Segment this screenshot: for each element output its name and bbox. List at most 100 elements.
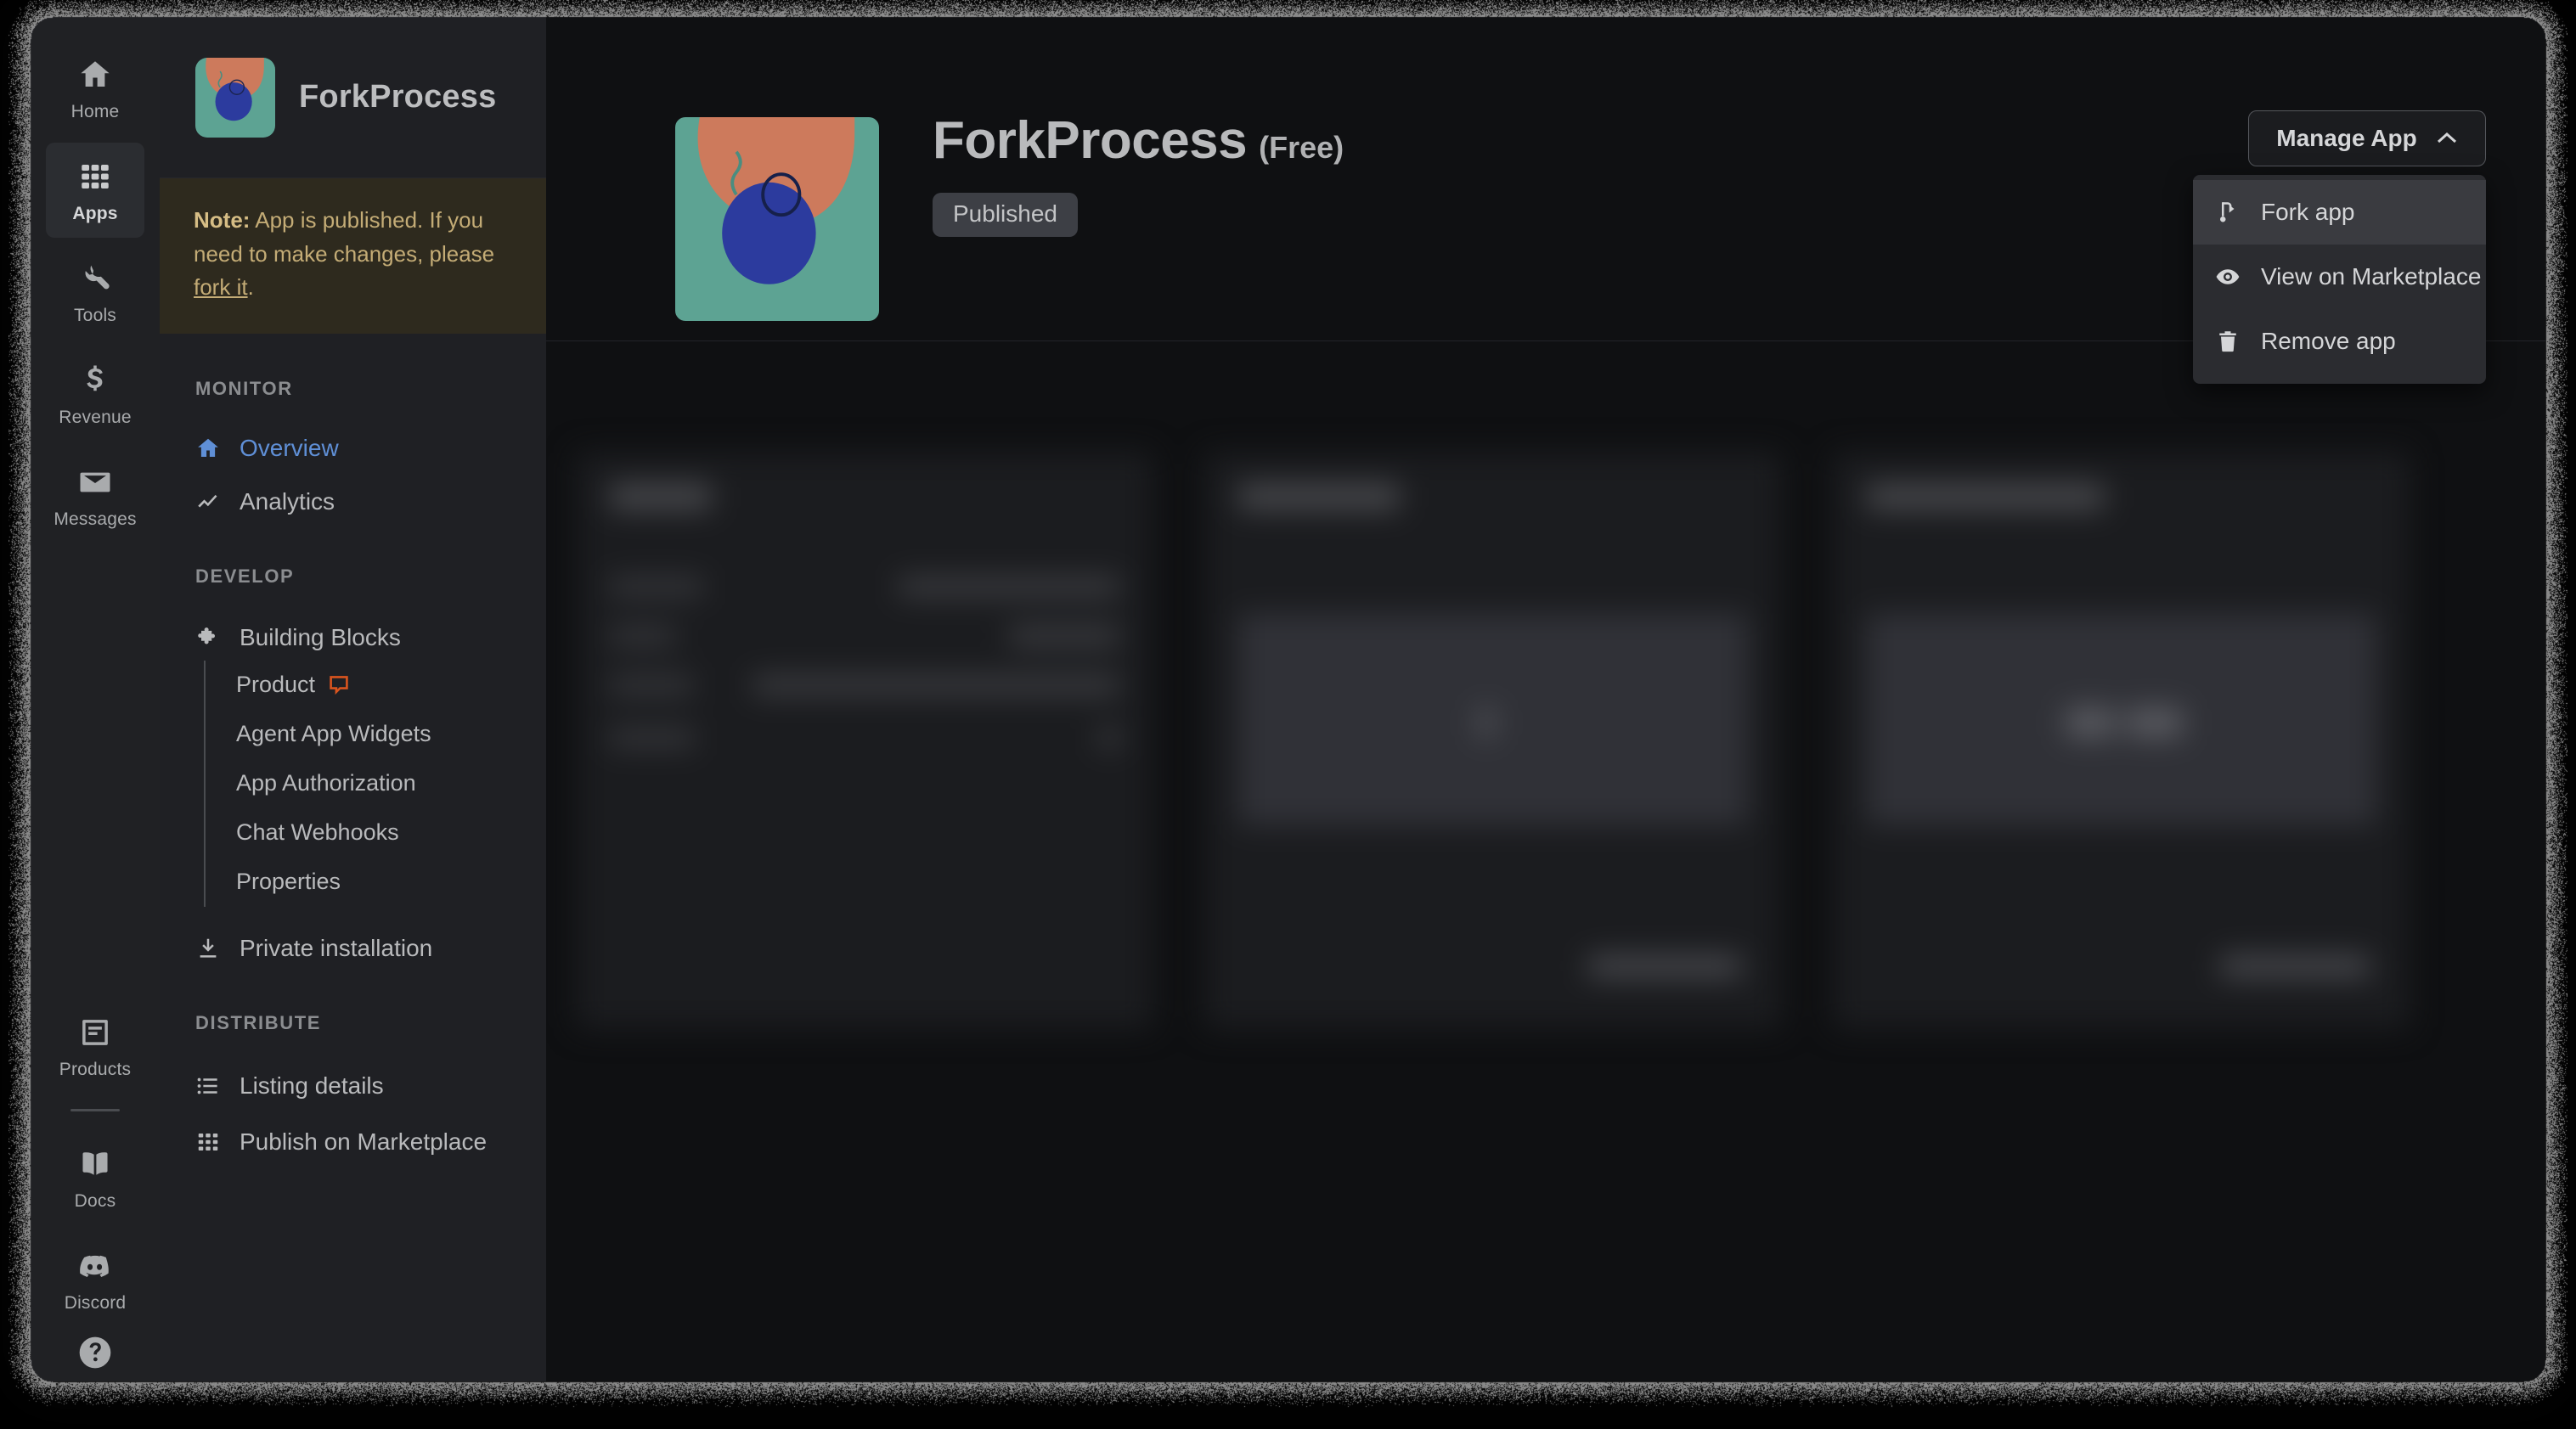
download-icon (195, 936, 221, 961)
app-window: Home Apps Tools Revenue Messages Product… (31, 17, 2545, 1381)
fork-it-link[interactable]: fork it (194, 274, 248, 300)
fork-icon (2215, 200, 2241, 225)
rail-item-messages[interactable]: Messages (46, 448, 144, 543)
menu-item-view-on-marketplace[interactable]: View on Marketplace (2193, 245, 2486, 309)
sidebar-subitem-label: Chat Webhooks (236, 819, 399, 846)
rail-label: Products (59, 1060, 131, 1078)
panel-content (2127, 708, 2183, 737)
sidebar-item-label: Private installation (240, 935, 432, 962)
publish-note-banner: Note: App is published. If you need to m… (160, 178, 546, 334)
card-preview-panel (1238, 613, 1748, 825)
card-row-label (610, 729, 695, 747)
menu-item-fork-app[interactable]: Fork app (2193, 180, 2486, 245)
sidebar-subitem-label: Product (236, 672, 315, 698)
sidebar-subitem-product[interactable]: Product (206, 661, 546, 710)
rail-label: Docs (75, 1192, 116, 1210)
rail-item-revenue[interactable]: Revenue (46, 346, 144, 442)
sidebar-subitem-label: Agent App Widgets (236, 721, 431, 747)
menu-item-label: Remove app (2261, 328, 2396, 355)
rail-label: Home (71, 103, 120, 121)
overview-card[interactable] (576, 452, 1153, 1029)
sidebar-subitem-chat-webhooks[interactable]: Chat Webhooks (206, 808, 546, 858)
home-icon (76, 57, 114, 93)
rail-bottom-group: Products Docs Discord (31, 999, 160, 1381)
sidebar-item-analytics[interactable]: Analytics (160, 479, 546, 525)
rail-item-products[interactable]: Products (46, 999, 144, 1094)
card-row-value (899, 577, 1119, 596)
card-preview-panel (1867, 613, 2376, 825)
document-icon (76, 1015, 114, 1050)
title-row: ForkProcess (Free) (933, 110, 1344, 171)
panel-content (1480, 708, 1493, 737)
grid-icon (195, 1129, 221, 1155)
rail-label: Revenue (59, 408, 131, 426)
status-badge: Published (933, 193, 1078, 237)
rail-divider (70, 1109, 120, 1111)
app-title-block: ForkProcess (Free) Published (933, 110, 1344, 237)
sidebar-subitem-label: Properties (236, 869, 341, 895)
app-sidebar: ForkProcess Note: App is published. If y… (160, 17, 546, 1381)
card-row-label (610, 627, 676, 645)
sidebar-item-label: Building Blocks (240, 624, 401, 651)
sidebar-item-overview[interactable]: Overview (160, 425, 546, 471)
note-prefix: Note: (194, 207, 250, 233)
rail-item-help[interactable] (46, 1334, 144, 1381)
book-icon (76, 1146, 114, 1182)
rail-item-apps[interactable]: Apps (46, 143, 144, 238)
rail-label: Messages (54, 510, 136, 528)
sidebar-subitem-agent-app-widgets[interactable]: Agent App Widgets (206, 710, 546, 759)
rail-item-discord[interactable]: Discord (46, 1232, 144, 1327)
note-suffix: . (248, 274, 254, 300)
manage-app-button[interactable]: Manage App (2248, 110, 2486, 166)
nav-section-distribute: DISTRIBUTE (160, 1012, 546, 1034)
sidebar-item-listing-details[interactable]: Listing details (160, 1063, 546, 1109)
sidebar-subitem-app-authorization[interactable]: App Authorization (206, 759, 546, 808)
menu-item-label: View on Marketplace (2261, 263, 2481, 290)
app-artwork-icon (675, 117, 879, 321)
card-action-link[interactable] (1588, 956, 1741, 976)
rail-label: Tools (74, 307, 116, 324)
eye-icon (2215, 264, 2241, 290)
sidebar-item-publish-on-marketplace[interactable]: Publish on Marketplace (160, 1119, 546, 1165)
nav-section-develop: DEVELOP (160, 565, 546, 588)
menu-item-label: Fork app (2261, 199, 2355, 226)
card-title (1867, 484, 2105, 509)
page-title: ForkProcess (933, 110, 1247, 171)
sidebar-item-private-installation[interactable]: Private installation (160, 925, 546, 971)
sidebar-item-label: Analytics (240, 488, 335, 515)
overview-card[interactable] (1204, 452, 1782, 1029)
rail-item-docs[interactable]: Docs (46, 1130, 144, 1225)
trash-icon (2215, 329, 2241, 354)
rail-label: Apps (72, 205, 117, 222)
nav-section-monitor: MONITOR (160, 378, 546, 400)
envelope-icon (76, 464, 114, 500)
sidebar-item-label: Publish on Marketplace (240, 1128, 487, 1156)
chevron-up-icon (2436, 132, 2458, 145)
app-header: ForkProcess (Free) Published Manage App (546, 17, 2545, 341)
card-action-link[interactable] (2220, 956, 2370, 976)
trend-icon (195, 489, 221, 515)
manage-app-label: Manage App (2276, 125, 2416, 152)
sidebar-item-building-blocks[interactable]: Building Blocks (160, 615, 546, 661)
rail-item-home[interactable]: Home (46, 41, 144, 136)
manage-app-menu: Fork app View on Marketplace Remove app (2193, 175, 2486, 384)
sidebar-subitem-properties[interactable]: Properties (206, 858, 546, 907)
card-row-value (753, 676, 1119, 695)
chat-bubble-icon (329, 676, 349, 695)
sidebar-subitem-label: App Authorization (236, 770, 416, 796)
sidebar-header: ForkProcess (160, 17, 546, 178)
card-title (610, 484, 712, 509)
sidebar-app-name: ForkProcess (299, 79, 496, 115)
menu-item-remove-app[interactable]: Remove app (2193, 309, 2486, 374)
sidebar-item-label: Listing details (240, 1072, 384, 1100)
app-artwork-icon (195, 58, 275, 138)
rail-item-tools[interactable]: Tools (46, 245, 144, 340)
main-content: ForkProcess (Free) Published Manage App (546, 17, 2545, 1381)
help-icon (76, 1334, 114, 1371)
panel-content (2066, 708, 2115, 737)
overview-card[interactable] (1833, 452, 2410, 1029)
dollar-icon (76, 363, 114, 398)
list-icon (195, 1073, 221, 1099)
card-row-label (610, 676, 693, 695)
card-row-value (1009, 627, 1119, 645)
